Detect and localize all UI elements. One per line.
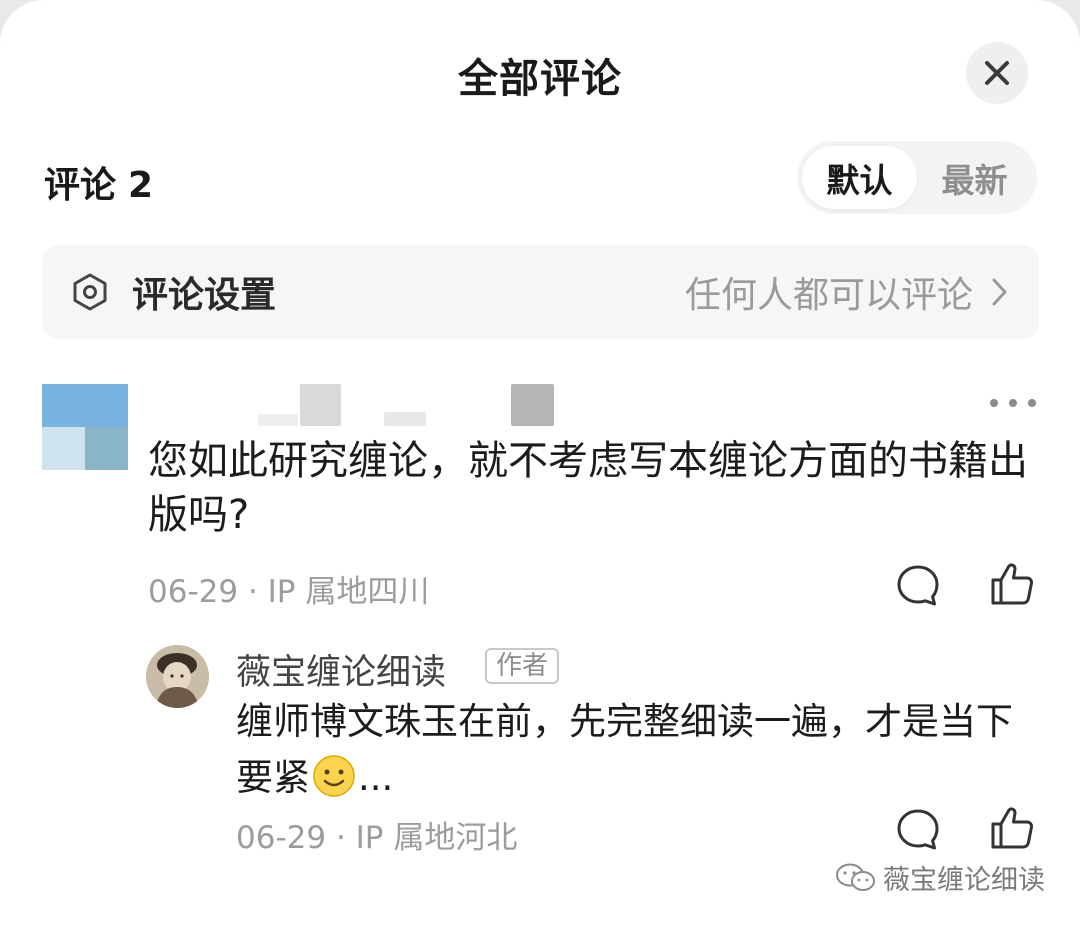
- comment-meta: 06-29 · IP 属地四川: [148, 574, 430, 610]
- wechat-icon: [836, 863, 875, 891]
- reply-ip: IP 属地河北: [355, 820, 518, 856]
- comment-count-label: 评论: [44, 165, 117, 206]
- like-thumb-icon[interactable]: [989, 805, 1035, 851]
- reply-text: 缠师博文珠玉在前，先完整细读一遍，才是当下要紧 ...: [236, 694, 1016, 806]
- reply-meta: 06-29 · IP 属地河北: [236, 820, 518, 856]
- smile-emoji-icon: [313, 755, 355, 797]
- watermark: 薇宝缠论细读: [835, 858, 1045, 897]
- close-icon: [985, 61, 1009, 85]
- commenter-avatar[interactable]: [42, 384, 128, 470]
- reply-text-trail: ...: [358, 756, 394, 799]
- reply-bubble-icon[interactable]: [895, 563, 941, 609]
- watermark-text: 薇宝缠论细读: [883, 865, 1045, 896]
- settings-label: 评论设置: [132, 275, 277, 316]
- author-badge: 作者: [485, 648, 560, 684]
- close-button[interactable]: [966, 42, 1028, 104]
- reply-author-name[interactable]: 薇宝缠论细读: [236, 644, 446, 695]
- settings-hexagon-icon: [73, 273, 107, 311]
- comment-count: 评论 2: [44, 156, 153, 208]
- comment-settings-row[interactable]: 评论设置 任何人都可以评论: [42, 245, 1039, 339]
- sort-toggle: 默认 最新: [797, 141, 1037, 214]
- like-thumb-icon[interactable]: [989, 561, 1035, 607]
- chevron-right-icon: [992, 278, 1007, 306]
- sheet-title: 全部评论: [458, 56, 622, 102]
- reply-date: 06-29: [236, 820, 327, 856]
- reply-bubble-icon[interactable]: [895, 807, 941, 853]
- comment-count-number: 2: [128, 165, 154, 206]
- author-portrait-image: [146, 645, 209, 708]
- comment-text: 您如此研究缠论，就不考虑写本缠论方面的书籍出版吗?: [148, 438, 1028, 538]
- sort-option-default[interactable]: 默认: [802, 146, 917, 209]
- author-avatar[interactable]: [146, 645, 209, 708]
- settings-value: 任何人都可以评论: [684, 275, 973, 316]
- more-options-icon[interactable]: [990, 396, 1036, 410]
- comment-ip: IP 属地四川: [267, 574, 430, 610]
- sort-option-latest[interactable]: 最新: [917, 146, 1032, 209]
- comment-date: 06-29: [148, 574, 239, 610]
- comments-sheet: 全部评论 评论 2 默认 最新 评论设置 任何人都可以评论 您如此研究缠论，就不考…: [0, 0, 1080, 927]
